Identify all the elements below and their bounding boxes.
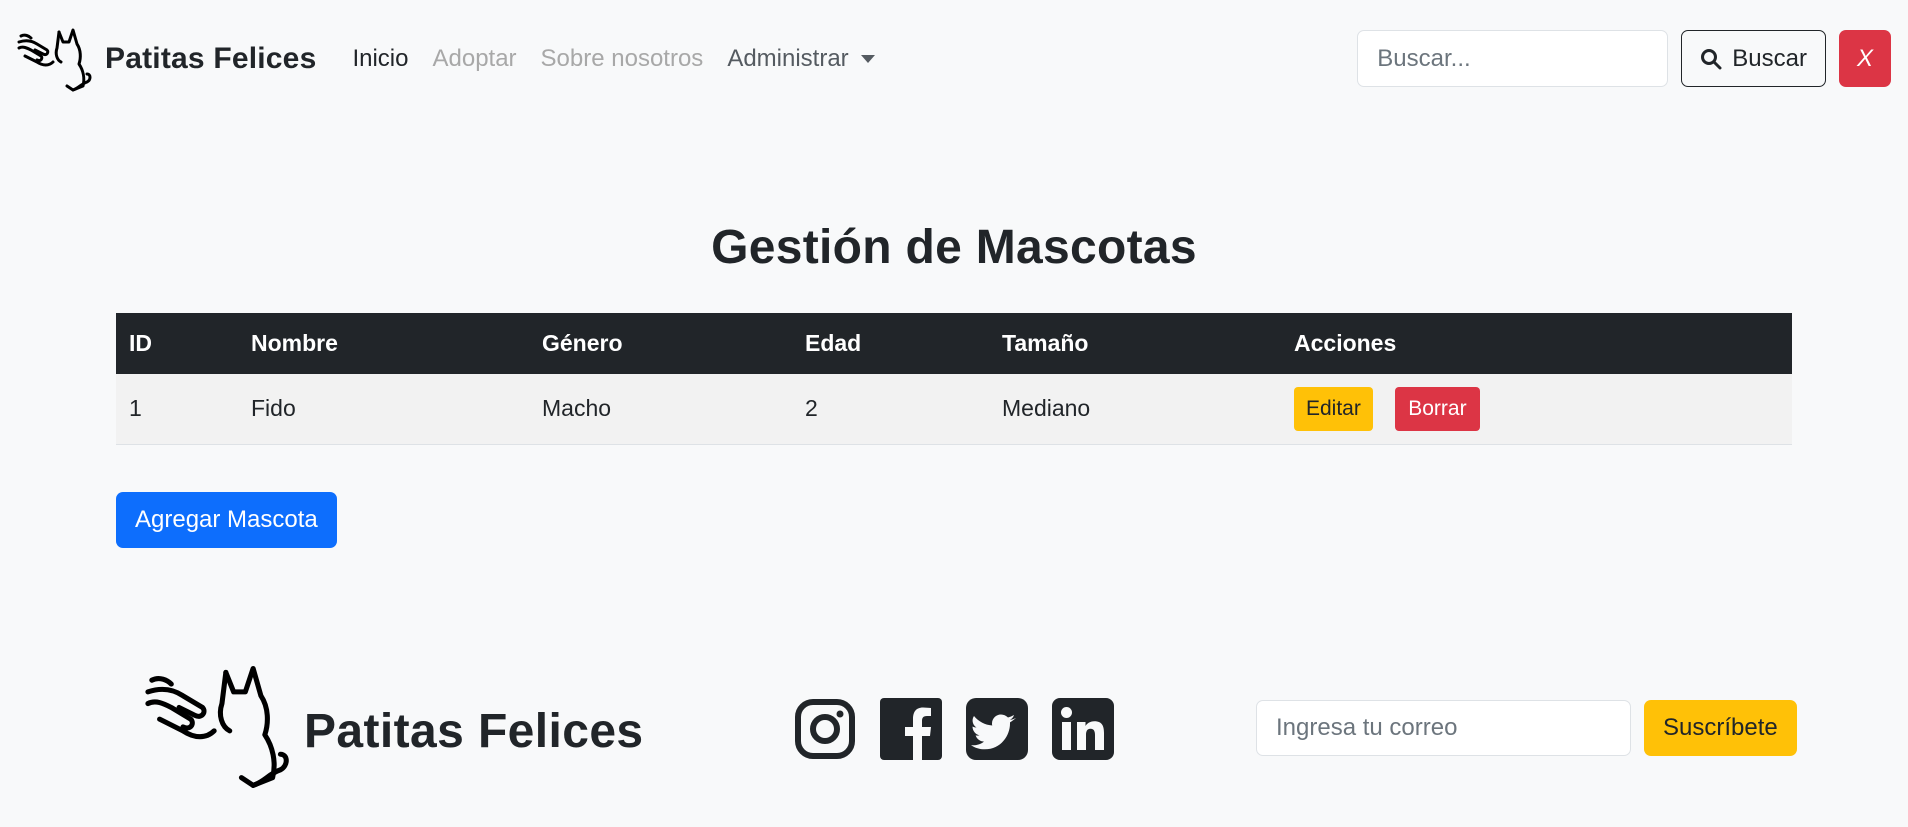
nav-link-sobre-nosotros[interactable]: Sobre nosotros [541, 45, 704, 73]
cell-acciones: Editar Borrar [1281, 374, 1792, 444]
pets-table-container: ID Nombre Género Edad Tamaño Acciones 1 … [116, 313, 1792, 445]
brand-name: Patitas Felices [105, 41, 317, 75]
col-header-id: ID [129, 330, 152, 356]
col-header-edad: Edad [805, 330, 862, 356]
close-button[interactable]: X [1839, 30, 1891, 87]
table-header-row: ID Nombre Género Edad Tamaño Acciones [116, 313, 1792, 374]
cell-genero: Macho [542, 395, 612, 422]
navbar: Patitas Felices Inicio Adoptar Sobre nos… [0, 0, 1908, 117]
facebook-icon[interactable] [880, 698, 942, 760]
nav-links: Inicio Adoptar Sobre nosotros Administra… [352, 44, 875, 73]
footer-brand: Patitas Felices [144, 660, 644, 790]
twitter-icon[interactable] [966, 698, 1028, 760]
nav-dropdown-administrar[interactable]: Administrar [727, 44, 875, 73]
delete-button[interactable]: Borrar [1395, 386, 1480, 431]
footer-brand-name: Patitas Felices [304, 704, 644, 758]
search-button-label: Buscar [1732, 44, 1807, 72]
linkedin-icon[interactable] [1052, 698, 1114, 760]
social-links [794, 698, 1114, 760]
col-header-genero: Género [542, 330, 623, 356]
search-input[interactable] [1357, 30, 1669, 87]
nav-link-adoptar[interactable]: Adoptar [432, 45, 516, 73]
email-field[interactable] [1256, 700, 1631, 756]
cell-id: 1 [129, 395, 142, 422]
subscribe-button[interactable]: Suscríbete [1644, 700, 1797, 756]
instagram-icon[interactable] [794, 698, 856, 760]
add-pet-button[interactable]: Agregar Mascota [116, 492, 337, 548]
cell-edad: 2 [805, 395, 818, 422]
brand-link[interactable]: Patitas Felices [17, 26, 316, 92]
col-header-nombre: Nombre [251, 330, 338, 356]
cell-tamano: Mediano [1002, 395, 1091, 422]
search-button[interactable]: Buscar [1681, 30, 1826, 87]
nav-dropdown-label: Administrar [727, 44, 849, 72]
nav-search-area: Buscar X [1357, 30, 1891, 87]
cat-hand-logo-icon [17, 28, 92, 91]
newsletter-form: Suscríbete [1256, 700, 1797, 756]
cat-hand-logo-icon [145, 665, 289, 788]
page-title: Gestión de Mascotas [711, 221, 1197, 274]
cell-nombre: Fido [251, 395, 296, 422]
search-icon [1701, 48, 1722, 69]
caret-down-icon [860, 54, 875, 63]
table-row: 1 Fido Macho 2 Mediano Editar Borrar [116, 374, 1792, 444]
nav-link-inicio[interactable]: Inicio [352, 45, 408, 73]
pets-table: ID Nombre Género Edad Tamaño Acciones 1 … [116, 313, 1792, 445]
edit-button[interactable]: Editar [1294, 386, 1373, 431]
col-header-acciones: Acciones [1294, 330, 1397, 356]
col-header-tamano: Tamaño [1002, 330, 1089, 356]
